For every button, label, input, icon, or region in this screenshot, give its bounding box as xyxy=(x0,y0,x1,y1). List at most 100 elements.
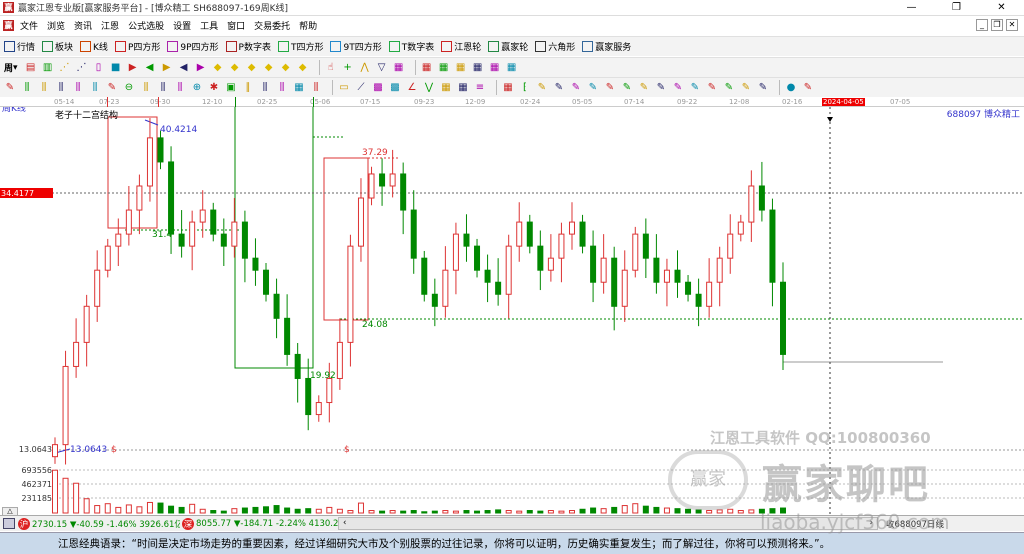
chart-tool-16-icon[interactable]: ◆ xyxy=(297,62,309,74)
chart-tool-1-icon[interactable]: ▥ xyxy=(42,62,54,74)
chart-tool-11-icon[interactable]: ◆ xyxy=(212,62,224,74)
menu-item-5[interactable]: 设置 xyxy=(173,22,191,32)
toolbar-button-9[interactable]: 江恩轮 xyxy=(441,40,481,53)
toolbar-button-4[interactable]: 9P四方形 xyxy=(167,40,219,53)
draw-tool-6-icon[interactable]: ✎ xyxy=(106,82,118,94)
draw-tool-12-icon[interactable]: ✱ xyxy=(208,82,220,94)
menu-item-9[interactable]: 帮助 xyxy=(299,22,317,32)
mdi-close-button[interactable]: ✕ xyxy=(1006,19,1018,31)
chart-tool-9-icon[interactable]: ◀ xyxy=(178,62,190,74)
chart-tool-29-icon[interactable]: ▦ xyxy=(506,62,518,74)
period-select[interactable]: 周 ▾ xyxy=(4,61,18,75)
draw-tool-40-icon[interactable]: ✎ xyxy=(672,82,684,94)
menu-item-3[interactable]: 江恩 xyxy=(101,22,119,32)
draw-tool-24-icon[interactable]: ∠ xyxy=(406,82,418,94)
minimize-button[interactable]: — xyxy=(889,0,934,16)
draw-tool-1-icon[interactable]: ⫼ xyxy=(21,82,33,94)
app-menu-icon[interactable]: 赢 xyxy=(3,20,14,31)
toolbar-button-3[interactable]: P四方形 xyxy=(114,40,160,53)
draw-tool-35-icon[interactable]: ✎ xyxy=(587,82,599,94)
draw-tool-15-icon[interactable]: ⫼ xyxy=(259,82,271,94)
draw-tool-45-icon[interactable]: ✎ xyxy=(757,82,769,94)
chart-tool-26-icon[interactable]: ▦ xyxy=(455,62,467,74)
chart-tool-12-icon[interactable]: ◆ xyxy=(229,62,241,74)
draw-tool-25-icon[interactable]: ⋁ xyxy=(423,82,435,94)
expand-panel-button[interactable]: △ xyxy=(2,507,18,516)
mdi-minimize-button[interactable]: _ xyxy=(976,19,988,31)
draw-tool-10-icon[interactable]: ⫼ xyxy=(174,82,186,94)
chart-tool-18-icon[interactable]: ☝ xyxy=(325,62,337,74)
close-button[interactable]: ✕ xyxy=(979,0,1024,16)
draw-tool-30-icon[interactable]: ▦ xyxy=(502,82,514,94)
draw-tool-20-icon[interactable]: ▭ xyxy=(338,82,350,94)
sz-index[interactable]: 8055.77 ▼-184.71 -2.24% 4130.26 xyxy=(196,519,338,529)
draw-tool-33-icon[interactable]: ✎ xyxy=(553,82,565,94)
chart-tool-8-icon[interactable]: ▶ xyxy=(161,62,173,74)
menu-item-0[interactable]: 文件 xyxy=(20,22,38,32)
toolbar-button-6[interactable]: T四方形 xyxy=(277,40,323,53)
draw-tool-14-icon[interactable]: ∥ xyxy=(242,82,254,94)
menu-item-2[interactable]: 资讯 xyxy=(74,22,92,32)
chart-tool-7-icon[interactable]: ◀ xyxy=(144,62,156,74)
draw-tool-13-icon[interactable]: ▣ xyxy=(225,82,237,94)
chart-tool-22-icon[interactable]: ▦ xyxy=(393,62,405,74)
toolbar-button-1[interactable]: 板块 xyxy=(42,40,73,53)
draw-tool-0-icon[interactable]: ✎ xyxy=(4,82,16,94)
draw-tool-34-icon[interactable]: ✎ xyxy=(570,82,582,94)
scroll-left-icon[interactable]: ‹ xyxy=(343,518,346,529)
chart-tool-13-icon[interactable]: ◆ xyxy=(246,62,258,74)
draw-tool-2-icon[interactable]: ⫼ xyxy=(38,82,50,94)
draw-tool-48-icon[interactable]: ✎ xyxy=(802,82,814,94)
draw-tool-17-icon[interactable]: ▦ xyxy=(293,82,305,94)
chart-tool-4-icon[interactable]: ▯ xyxy=(93,62,105,74)
toolbar-button-7[interactable]: 9T四方形 xyxy=(330,40,382,53)
chart-tool-6-icon[interactable]: ▶ xyxy=(127,62,139,74)
menu-item-1[interactable]: 浏览 xyxy=(47,22,65,32)
draw-tool-31-icon[interactable]: ⁅ xyxy=(519,82,531,94)
draw-tool-37-icon[interactable]: ✎ xyxy=(621,82,633,94)
draw-tool-41-icon[interactable]: ✎ xyxy=(689,82,701,94)
draw-tool-32-icon[interactable]: ✎ xyxy=(536,82,548,94)
draw-tool-38-icon[interactable]: ✎ xyxy=(638,82,650,94)
menu-item-7[interactable]: 窗口 xyxy=(227,22,245,32)
draw-tool-7-icon[interactable]: ⊖ xyxy=(123,82,135,94)
menu-item-8[interactable]: 交易委托 xyxy=(254,22,290,32)
chart-tool-25-icon[interactable]: ▦ xyxy=(438,62,450,74)
toolbar-button-12[interactable]: 赢家服务 xyxy=(582,40,631,53)
draw-tool-11-icon[interactable]: ⊕ xyxy=(191,82,203,94)
chart-tool-10-icon[interactable]: ▶ xyxy=(195,62,207,74)
draw-tool-26-icon[interactable]: ▦ xyxy=(440,82,452,94)
draw-tool-44-icon[interactable]: ✎ xyxy=(740,82,752,94)
toolbar-button-2[interactable]: K线 xyxy=(80,40,108,53)
draw-tool-22-icon[interactable]: ▩ xyxy=(372,82,384,94)
draw-tool-36-icon[interactable]: ✎ xyxy=(604,82,616,94)
chart-tool-19-icon[interactable]: + xyxy=(342,62,354,74)
chart-tool-28-icon[interactable]: ▦ xyxy=(489,62,501,74)
grid-icon[interactable] xyxy=(3,518,15,529)
toolbar-button-5[interactable]: P数字表 xyxy=(225,40,271,53)
draw-tool-9-icon[interactable]: ⫼ xyxy=(157,82,169,94)
mdi-restore-button[interactable]: ❐ xyxy=(991,19,1003,31)
toolbar-button-0[interactable]: 行情 xyxy=(4,40,35,53)
draw-tool-27-icon[interactable]: ▦ xyxy=(457,82,469,94)
chart-tool-20-icon[interactable]: ⋀ xyxy=(359,62,371,74)
toolbar-button-8[interactable]: T数字表 xyxy=(388,40,434,53)
draw-tool-4-icon[interactable]: ⫼ xyxy=(72,82,84,94)
draw-tool-28-icon[interactable]: ≡ xyxy=(474,82,486,94)
toolbar-button-10[interactable]: 赢家轮 xyxy=(488,40,528,53)
chart-tool-2-icon[interactable]: ⋰ xyxy=(59,62,71,74)
chart-tool-3-icon[interactable]: ⋰ xyxy=(76,62,88,74)
chart-tool-0-icon[interactable]: ▤ xyxy=(25,62,37,74)
draw-tool-39-icon[interactable]: ✎ xyxy=(655,82,667,94)
draw-tool-43-icon[interactable]: ✎ xyxy=(723,82,735,94)
chart-tool-14-icon[interactable]: ◆ xyxy=(263,62,275,74)
draw-tool-21-icon[interactable]: ⟋ xyxy=(355,82,367,94)
draw-tool-42-icon[interactable]: ✎ xyxy=(706,82,718,94)
draw-tool-5-icon[interactable]: ⫼ xyxy=(89,82,101,94)
draw-tool-8-icon[interactable]: ⫼ xyxy=(140,82,152,94)
chart-tool-27-icon[interactable]: ▦ xyxy=(472,62,484,74)
draw-tool-47-icon[interactable]: ● xyxy=(785,82,797,94)
draw-tool-3-icon[interactable]: ⫼ xyxy=(55,82,67,94)
toolbar-button-11[interactable]: 六角形 xyxy=(535,40,575,53)
chart-tool-21-icon[interactable]: ▽ xyxy=(376,62,388,74)
